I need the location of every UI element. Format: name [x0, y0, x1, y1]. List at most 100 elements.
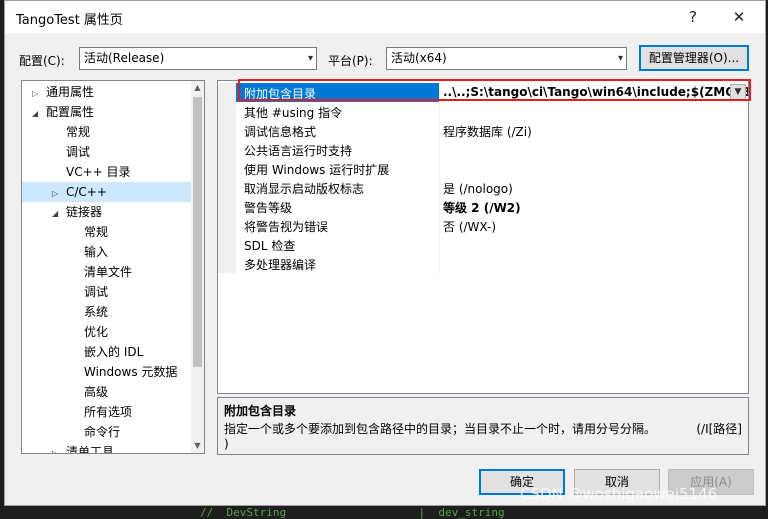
column-separator [439, 121, 440, 140]
tree-item-label: 输入 [84, 245, 109, 259]
description-text: 指定一个或多个要添加到包含路径中的目录；当目录不止一个时，请用分号分隔。 [224, 422, 657, 436]
property-value[interactable]: 是 (/nologo) [443, 180, 513, 197]
column-separator [439, 216, 440, 235]
column-separator [439, 140, 440, 159]
row-gutter [218, 121, 236, 140]
chevron-down-icon: ▾ [617, 53, 623, 64]
property-row-warning-level[interactable]: 警告等级 等级 2 (/W2) [218, 197, 748, 216]
property-row-windows-runtime-ext[interactable]: 使用 Windows 运行时扩展 [218, 159, 748, 178]
property-name: 其他 #using 指令 [244, 106, 343, 120]
tree-item-label: 调试 [84, 285, 109, 299]
tree-item-linker-debugging[interactable]: 调试 [70, 282, 108, 302]
tree-item-linker-general[interactable]: 常规 [70, 222, 108, 242]
scroll-down-icon[interactable]: ▼ [191, 439, 204, 453]
tree-item-label: 优化 [84, 325, 109, 339]
tree-item-c-cpp[interactable]: ▷ C/C++ [22, 182, 192, 202]
scroll-up-icon[interactable]: ▲ [191, 81, 204, 95]
row-gutter [218, 235, 236, 254]
column-separator [439, 235, 440, 254]
property-value[interactable]: 程序数据库 (/Zi) [443, 123, 532, 140]
tree-item-label: 所有选项 [84, 405, 133, 419]
help-icon[interactable]: ? [681, 5, 705, 29]
expand-icon[interactable]: ▷ [52, 184, 66, 204]
tree-item-vc-directories[interactable]: VC++ 目录 [52, 162, 131, 182]
tree-item-label: 常规 [66, 125, 91, 139]
tree-item-linker-optimization[interactable]: 优化 [70, 322, 108, 342]
property-pages-dialog: TangoTest 属性页 ? ✕ 配置(C): 活动(Release) ▾ 平… [4, 0, 766, 506]
property-row-treat-warnings-as-errors[interactable]: 将警告视为错误 否 (/WX-) [218, 216, 748, 235]
tree-item-configuration-properties[interactable]: ◢ 配置属性 [32, 102, 94, 122]
expand-icon[interactable]: ▷ [52, 444, 66, 453]
tree-item-debugging[interactable]: 调试 [52, 142, 90, 162]
row-gutter [218, 197, 236, 216]
property-row-debug-info-format[interactable]: 调试信息格式 程序数据库 (/Zi) [218, 121, 748, 140]
tree-item-linker-windows-metadata[interactable]: Windows 元数据 [70, 362, 177, 382]
property-value[interactable]: 否 (/WX-) [443, 218, 496, 235]
property-name: 警告等级 [244, 201, 293, 215]
property-row-multiprocessor-compile[interactable]: 多处理器编译 [218, 254, 748, 273]
tree-item-linker-command-line[interactable]: 命令行 [70, 422, 120, 442]
tree-scrollbar[interactable]: ▲ ▼ [191, 81, 204, 453]
row-gutter [218, 216, 236, 235]
config-manager-button[interactable]: 配置管理器(O)... [639, 45, 749, 71]
tree-item-linker-manifest[interactable]: 清单文件 [70, 262, 132, 282]
tree-item-linker-all-options[interactable]: 所有选项 [70, 402, 132, 422]
property-name: 将警告视为错误 [244, 220, 329, 234]
tree-item-label: 常规 [84, 225, 109, 239]
chevron-down-icon: ▾ [307, 53, 313, 64]
description-close-paren: ) [224, 437, 229, 451]
property-row-clr-support[interactable]: 公共语言运行时支持 [218, 140, 748, 159]
property-grid: 附加包含目录 ..\..;S:\tango\ci\Tango\win64\inc… [217, 80, 749, 394]
property-value[interactable]: 等级 2 (/W2) [443, 199, 521, 216]
property-name: 附加包含目录 [244, 87, 317, 101]
tree-item-label: 嵌入的 IDL [84, 345, 144, 359]
column-separator [439, 102, 440, 121]
property-tree: ▷ 通用属性 ◢ 配置属性 常规 调试 VC++ 目录 ▷ C/C++ ◢ 链接器 常规… [21, 80, 205, 454]
property-name: 调试信息格式 [244, 125, 317, 139]
collapse-icon[interactable]: ◢ [32, 104, 46, 124]
description-panel: 附加包含目录 指定一个或多个要添加到包含路径中的目录；当目录不止一个时，请用分号… [217, 397, 749, 455]
platform-label: 平台(P): [328, 54, 373, 68]
property-name: SDL 检查 [244, 239, 296, 253]
tree-item-label: 链接器 [66, 205, 103, 219]
tree-item-linker-advanced[interactable]: 高级 [70, 382, 108, 402]
config-select-value: 活动(Release) [84, 51, 165, 65]
config-label: 配置(C): [19, 54, 65, 68]
row-gutter [218, 140, 236, 159]
column-separator [439, 178, 440, 197]
property-value[interactable]: ..\..;S:\tango\ci\Tango\win64\include;$(… [443, 85, 748, 99]
tree-item-label: 配置属性 [46, 105, 95, 119]
window-title: TangoTest 属性页 [16, 13, 123, 28]
platform-select[interactable]: 活动(x64) ▾ [386, 47, 627, 70]
tree-item-label: 清单工具 [66, 445, 115, 454]
tree-item-linker-embedded-idl[interactable]: 嵌入的 IDL [70, 342, 143, 362]
tree-item-label: 命令行 [84, 425, 121, 439]
watermark: CSDN @woshigaowei5146 [520, 485, 718, 503]
row-gutter [218, 254, 236, 273]
property-name: 使用 Windows 运行时扩展 [244, 163, 390, 177]
description-switch: (/I[路径] [696, 422, 742, 436]
tree-item-linker[interactable]: ◢ 链接器 [52, 202, 102, 222]
collapse-icon[interactable]: ◢ [52, 204, 66, 224]
property-name: 取消显示启动版权标志 [244, 182, 365, 196]
platform-select-value: 活动(x64) [391, 51, 447, 65]
chevron-down-icon[interactable]: ▼ [730, 84, 746, 101]
tree-item-label: C/C++ [66, 185, 107, 199]
tree-item-common-properties[interactable]: ▷ 通用属性 [32, 82, 94, 102]
tree-item-general[interactable]: 常规 [52, 122, 90, 142]
expand-icon[interactable]: ▷ [32, 84, 46, 104]
tree-item-linker-system[interactable]: 系统 [70, 302, 108, 322]
scrollbar-thumb[interactable] [193, 97, 202, 367]
config-select[interactable]: 活动(Release) ▾ [79, 47, 317, 70]
tree-item-label: 调试 [66, 145, 91, 159]
tree-item-label: 高级 [84, 385, 109, 399]
property-row-using-directives[interactable]: 其他 #using 指令 [218, 102, 748, 121]
tree-item-manifest-tool[interactable]: ▷ 清单工具 [52, 442, 115, 454]
row-gutter [218, 102, 236, 121]
property-row-suppress-logo[interactable]: 取消显示启动版权标志 是 (/nologo) [218, 178, 748, 197]
tree-item-linker-input[interactable]: 输入 [70, 242, 108, 262]
close-icon[interactable]: ✕ [727, 5, 751, 29]
property-row-sdl-check[interactable]: SDL 检查 [218, 235, 748, 254]
property-row-additional-include-dirs[interactable]: 附加包含目录 ..\..;S:\tango\ci\Tango\win64\inc… [218, 83, 748, 102]
tree-item-label: VC++ 目录 [66, 165, 131, 179]
